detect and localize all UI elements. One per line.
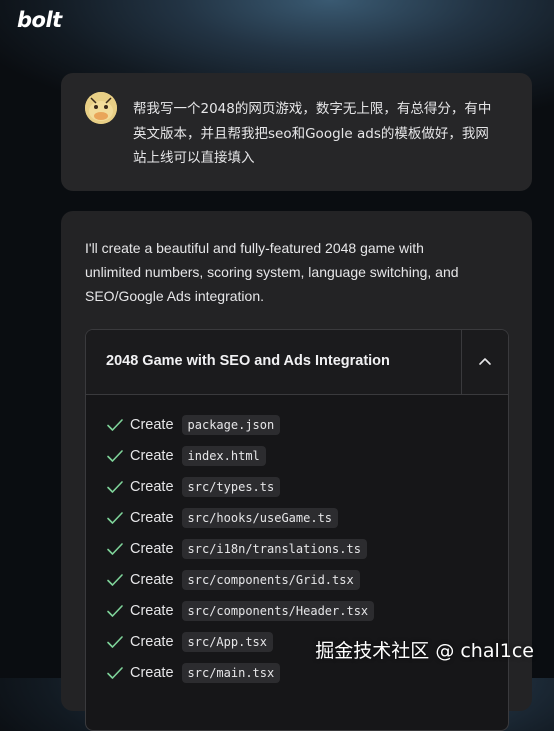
check-icon: [107, 481, 123, 493]
watermark: 掘金技术社区 @ chal1ce: [315, 640, 534, 662]
artifact-step: Create src/components/Grid.tsx: [106, 568, 360, 592]
file-name[interactable]: src/hooks/useGame.ts: [181, 508, 339, 528]
file-name[interactable]: index.html: [181, 446, 266, 466]
check-icon: [107, 605, 123, 617]
step-action: Create: [130, 510, 174, 526]
file-name[interactable]: src/components/Grid.tsx: [181, 570, 360, 590]
user-message-line: 英文版本，并且帮我把seo和Google ads的模板做好，我网: [133, 125, 489, 142]
check-icon: [107, 512, 123, 524]
artifact-step: Create src/hooks/useGame.ts: [106, 506, 339, 530]
user-message: 帮我写一个2048的网页游戏，数字无上限，有总得分，有中 英文版本，并且帮我把s…: [61, 73, 532, 191]
file-name[interactable]: src/main.tsx: [181, 663, 281, 683]
assistant-intro-line: SEO/Google Ads integration.: [85, 288, 264, 304]
artifact-panel: 2048 Game with SEO and Ads Integration C…: [85, 329, 509, 731]
bolt-logo[interactable]: bolt: [17, 8, 62, 32]
step-action: Create: [130, 417, 174, 433]
artifact-step: Create index.html: [106, 444, 266, 468]
artifact-step: Create package.json: [106, 413, 281, 437]
top-bar: bolt: [0, 0, 554, 44]
artifact-step: Create src/i18n/translations.ts: [106, 537, 367, 561]
artifact-step: Create src/components/Header.tsx: [106, 599, 375, 623]
step-action: Create: [130, 603, 174, 619]
file-name[interactable]: src/App.tsx: [181, 632, 274, 652]
step-action: Create: [130, 541, 174, 557]
file-name[interactable]: package.json: [181, 415, 281, 435]
collapse-button[interactable]: [461, 330, 508, 394]
file-name[interactable]: src/components/Header.tsx: [181, 601, 375, 621]
step-action: Create: [130, 665, 174, 681]
check-icon: [107, 450, 123, 462]
step-action: Create: [130, 479, 174, 495]
check-icon: [107, 419, 123, 431]
step-action: Create: [130, 634, 174, 650]
artifact-step: Create src/App.tsx: [106, 630, 274, 654]
assistant-intro-line: I'll create a beautiful and fully-featur…: [85, 240, 424, 256]
step-action: Create: [130, 448, 174, 464]
file-name[interactable]: src/i18n/translations.ts: [181, 539, 367, 559]
check-icon: [107, 574, 123, 586]
check-icon: [107, 543, 123, 555]
artifact-header[interactable]: 2048 Game with SEO and Ads Integration: [86, 330, 508, 395]
artifact-step: Create src/main.tsx: [106, 661, 281, 685]
artifact-step: Create src/types.ts: [106, 475, 281, 499]
chevron-up-icon: [479, 358, 491, 365]
user-message-line: 帮我写一个2048的网页游戏，数字无上限，有总得分，有中: [133, 101, 492, 117]
user-message-line: 站上线可以直接填入: [133, 150, 255, 166]
user-avatar: [85, 92, 117, 124]
assistant-intro-line: unlimited numbers, scoring system, langu…: [85, 264, 459, 280]
user-message-text: 帮我写一个2048的网页游戏，数字无上限，有总得分，有中 英文版本，并且帮我把s…: [133, 97, 513, 171]
artifact-title: 2048 Game with SEO and Ads Integration: [106, 353, 390, 369]
step-action: Create: [130, 572, 174, 588]
check-icon: [107, 636, 123, 648]
assistant-intro-text: I'll create a beautiful and fully-featur…: [85, 236, 505, 308]
file-name[interactable]: src/types.ts: [181, 477, 281, 497]
